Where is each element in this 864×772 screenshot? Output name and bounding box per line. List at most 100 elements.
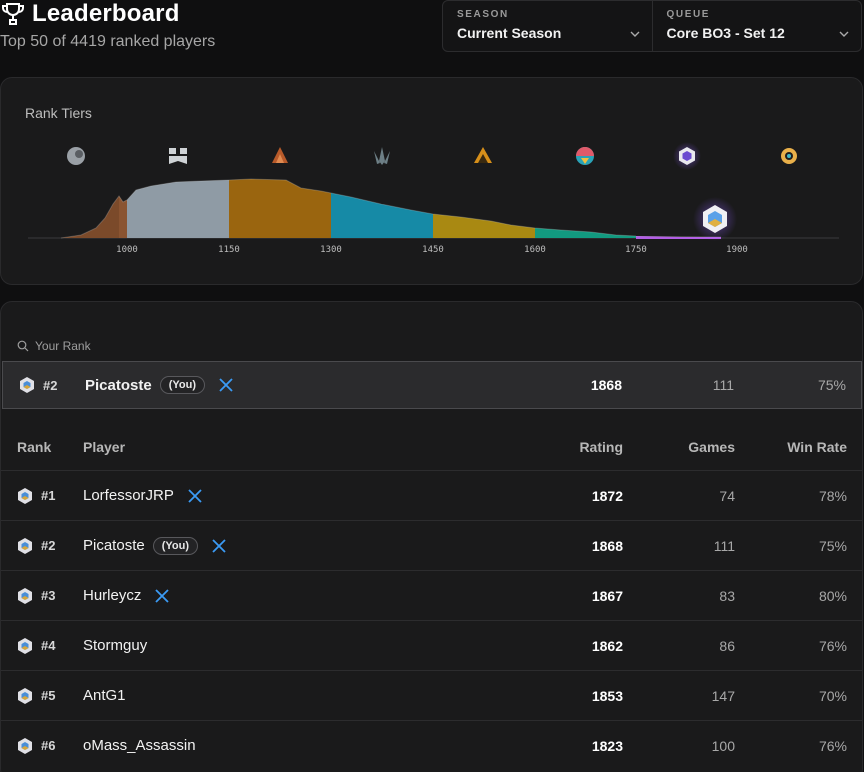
season-label: SEASON [457,9,509,20]
win-rate-value: 76% [818,637,847,654]
iron-tier-icon [67,147,85,165]
column-header-rating[interactable]: Rating [579,422,623,471]
trophy-icon [2,3,24,25]
queue-select[interactable]: QUEUE Core BO3 - Set 12 [651,1,862,51]
player-name[interactable]: Stormguy [83,637,147,654]
season-select[interactable]: SEASON Current Season [443,1,652,51]
player-cell: LorfessorJRP [83,471,202,520]
player-cell: AntG1 [83,671,126,720]
queue-label: QUEUE [666,9,711,20]
rating-value: 1868 [591,537,623,554]
games-value: 83 [719,587,735,604]
player-cell: Picatoste (You) [85,362,233,408]
rank-tier-icon [16,671,36,720]
rank-tier-icon [16,521,36,570]
table-row[interactable]: #1 LorfessorJRP 1872 74 78% [1,470,862,520]
rank-number: #6 [41,738,56,753]
filter-selectors: SEASON Current Season QUEUE Core BO3 - S… [442,0,862,52]
rating-value: 1867 [591,587,623,604]
table-header: Rank Player Rating Games Win Rate [1,422,862,471]
column-header-win-rate[interactable]: Win Rate [787,422,847,471]
rank-tiers-card: Rank Tiers 1000 1150 1300 1450 1600 1750… [0,77,863,285]
player-cell: Hurleycz [83,571,169,620]
bronze-tier-icon [169,148,187,164]
you-badge: (You) [152,536,198,555]
axis-tick: 1150 [218,245,240,255]
column-header-player[interactable]: Player [83,422,125,471]
your-rank-row[interactable]: #2 Picatoste (You) 1868 111 75% [2,361,862,409]
rating-value: 1862 [591,637,623,654]
win-rate-value: 75% [817,377,846,393]
player-name[interactable]: Hurleycz [83,587,141,604]
win-rate-value: 76% [818,737,847,754]
games-value: 86 [719,637,735,654]
table-row[interactable]: #4 Stormguy 1862 86 76% [1,620,862,670]
axis-tick: 1750 [625,245,647,255]
games-value: 100 [711,737,735,754]
search-icon [17,340,29,352]
tier-area-platinum [331,193,433,238]
title-row: Leaderboard [0,0,180,28]
player-cell: Picatoste (You) [83,521,226,570]
axis-tick: 1300 [320,245,342,255]
games-value: 74 [719,487,735,504]
tier-area-iron [61,196,127,238]
tier-area-gold [229,179,331,238]
player-name[interactable]: AntG1 [83,687,126,704]
games-value: 147 [711,687,735,704]
table-row[interactable]: #3 Hurleycz 1867 83 80% [1,570,862,620]
x-twitter-icon[interactable] [155,588,169,603]
games-value: 111 [712,377,734,393]
axis-tick: 1450 [422,245,444,255]
player-name[interactable]: Picatoste [83,537,145,554]
table-row[interactable]: #2 Picatoste (You) 1868 111 75% [1,520,862,570]
win-rate-value: 80% [818,587,847,604]
column-header-rank[interactable]: Rank [17,422,51,471]
chevron-down-icon [630,31,639,37]
x-twitter-icon[interactable] [219,378,233,392]
player-name[interactable]: Picatoste [85,377,152,394]
leaderboard-table: Your Rank #2 Picatoste (You) 1868 111 75… [0,301,863,772]
rank-number: #2 [43,377,58,393]
master-tier-icon [673,142,701,170]
queue-value: Core BO3 - Set 12 [666,25,785,41]
rank-tier-icon [18,362,38,408]
axis-tick: 1900 [726,245,748,255]
player-cell: oMass_Assassin [83,721,196,770]
rank-number: #4 [41,638,56,653]
champion-tier-icon [781,148,797,164]
rank-distribution-chart: 1000 1150 1300 1450 1600 1750 1900 [28,142,839,255]
win-rate-value: 75% [818,537,847,554]
rank-number: #3 [41,588,56,603]
page-subtitle: Top 50 of 4419 ranked players [0,33,216,50]
rating-value: 1823 [591,737,623,754]
gold-tier-icon [374,147,390,165]
diamond-tier-icon [576,147,594,165]
table-row[interactable]: #5 AntG1 1853 147 70% [1,670,862,720]
axis-ticks: 1000 1150 1300 1450 1600 1750 1900 [116,245,748,255]
table-row[interactable]: #6 oMass_Assassin 1823 100 76% [1,720,862,770]
season-value: Current Season [457,25,562,41]
rank-tier-icon [16,621,36,670]
rank-number: #2 [41,538,56,553]
x-twitter-icon[interactable] [212,538,226,553]
axis-tick: 1600 [524,245,546,255]
silver-tier-icon [272,147,288,163]
platinum-tier-icon [474,147,492,163]
rank-tier-icon [16,571,36,620]
rank-number: #1 [41,488,56,503]
rank-tier-icon [16,471,36,520]
column-header-games[interactable]: Games [688,422,735,471]
page-header: Leaderboard Top 50 of 4419 ranked player… [0,0,864,70]
rank-tier-icon [16,721,36,770]
your-rank-text: Your Rank [35,339,91,353]
x-twitter-icon[interactable] [188,488,202,503]
win-rate-value: 78% [818,487,847,504]
player-cell: Stormguy [83,621,147,670]
rating-value: 1872 [591,487,623,504]
rating-value: 1853 [591,687,623,704]
player-name[interactable]: LorfessorJRP [83,487,174,504]
player-name[interactable]: oMass_Assassin [83,737,196,754]
you-badge: (You) [159,376,205,394]
axis-tick: 1000 [116,245,138,255]
